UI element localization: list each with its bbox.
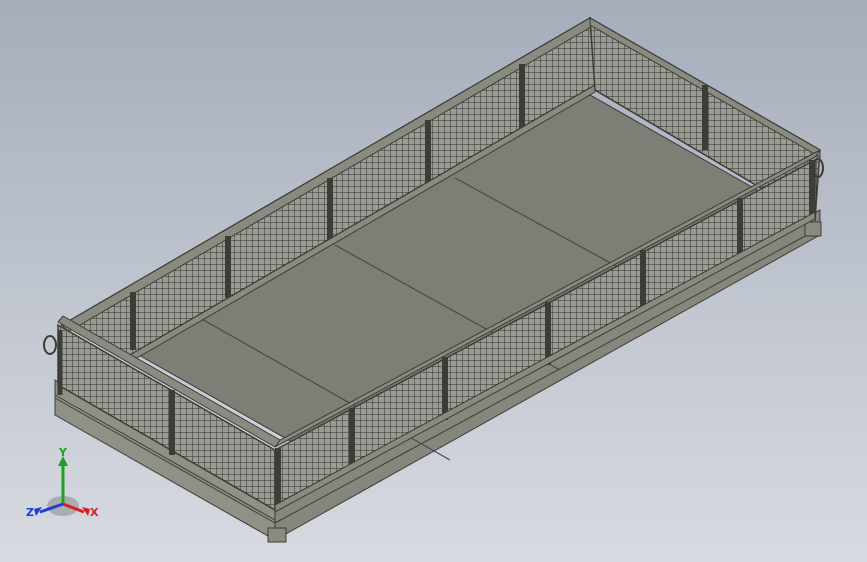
z-axis-label: Z (26, 506, 34, 519)
x-axis-label: X (90, 506, 99, 519)
cargo-basket-model[interactable] (0, 0, 867, 562)
coordinate-triad: Y X Z (26, 446, 99, 519)
y-axis-label: Y (58, 446, 68, 459)
3d-viewport[interactable]: Y X Z (0, 0, 867, 562)
